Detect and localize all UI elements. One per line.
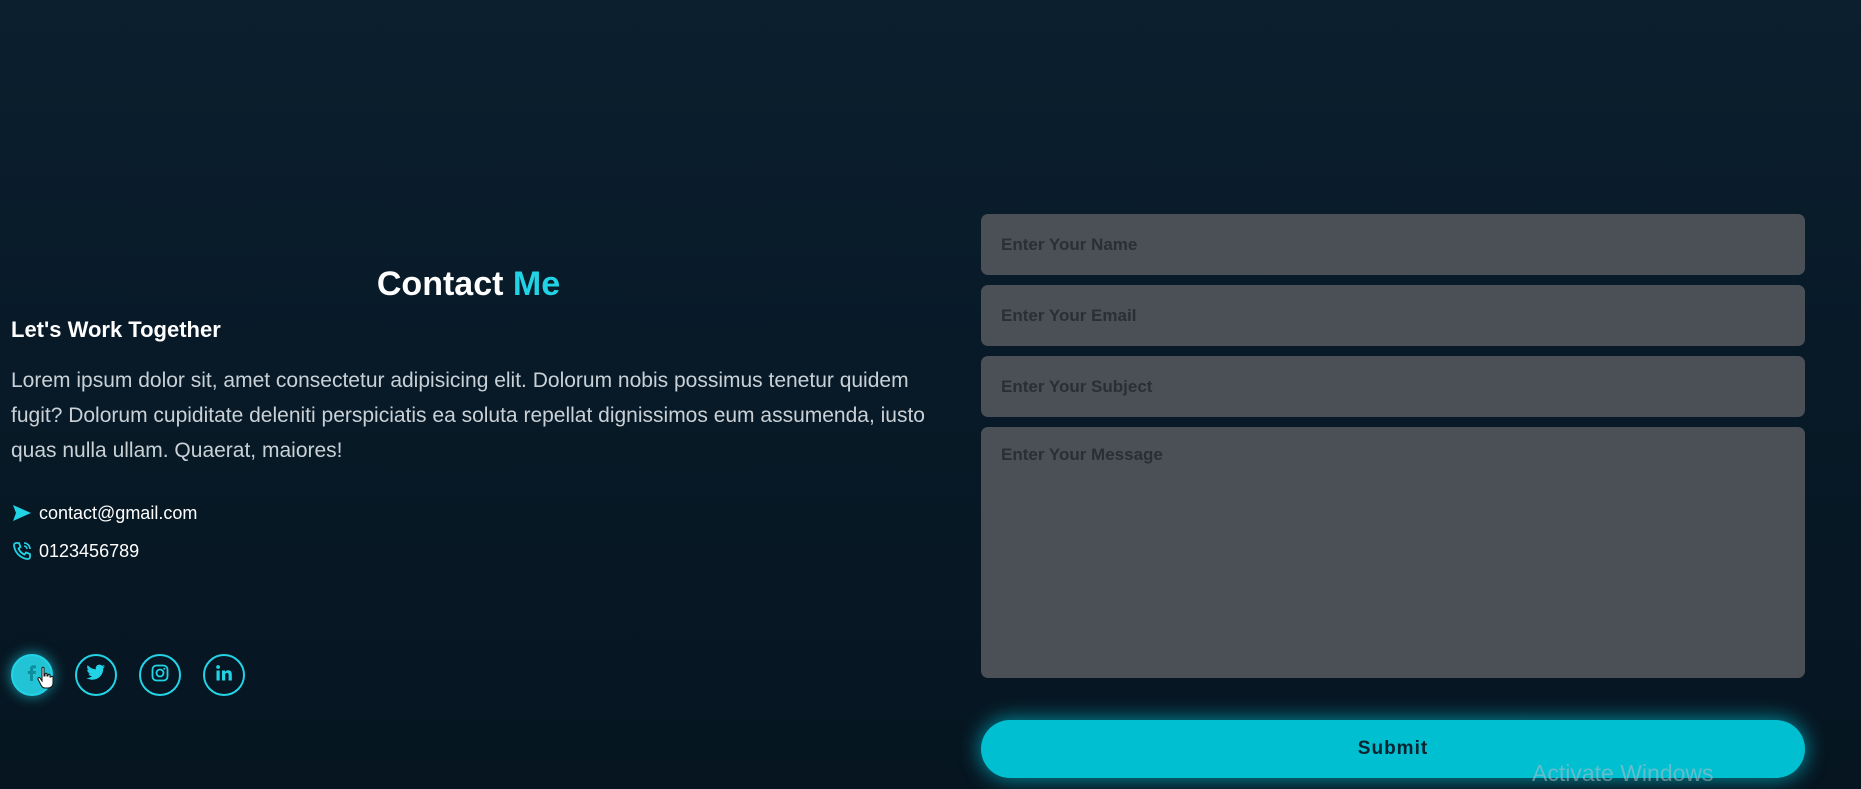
contact-email[interactable]: contact@gmail.com: [39, 503, 197, 524]
title-accent: Me: [512, 265, 561, 303]
hand-cursor-icon: [37, 666, 55, 695]
page-title: Contact Me: [11, 265, 926, 304]
social-instagram-button[interactable]: [139, 654, 181, 696]
activate-windows-watermark: Activate Windows: [1532, 760, 1714, 786]
send-icon: [11, 502, 33, 524]
social-linkedin-button[interactable]: [203, 654, 245, 696]
social-facebook-button[interactable]: [11, 654, 55, 696]
twitter-icon: [86, 664, 106, 686]
phone-icon: [11, 540, 33, 562]
subject-input[interactable]: [981, 356, 1805, 417]
social-twitter-button[interactable]: [75, 654, 117, 696]
name-input[interactable]: [981, 214, 1805, 275]
message-textarea[interactable]: [981, 427, 1805, 678]
section-subtitle: Let's Work Together: [11, 317, 221, 342]
social-links: [11, 654, 245, 696]
title-prefix: Contact: [376, 265, 504, 303]
contact-phone[interactable]: 0123456789: [39, 541, 139, 562]
email-input[interactable]: [981, 285, 1805, 346]
section-description: Lorem ipsum dolor sit, amet consectetur …: [11, 369, 925, 462]
instagram-icon: [151, 664, 169, 687]
linkedin-icon: [215, 664, 233, 687]
contact-email-row: contact@gmail.com: [11, 502, 197, 524]
contact-phone-row: 0123456789: [11, 540, 139, 562]
